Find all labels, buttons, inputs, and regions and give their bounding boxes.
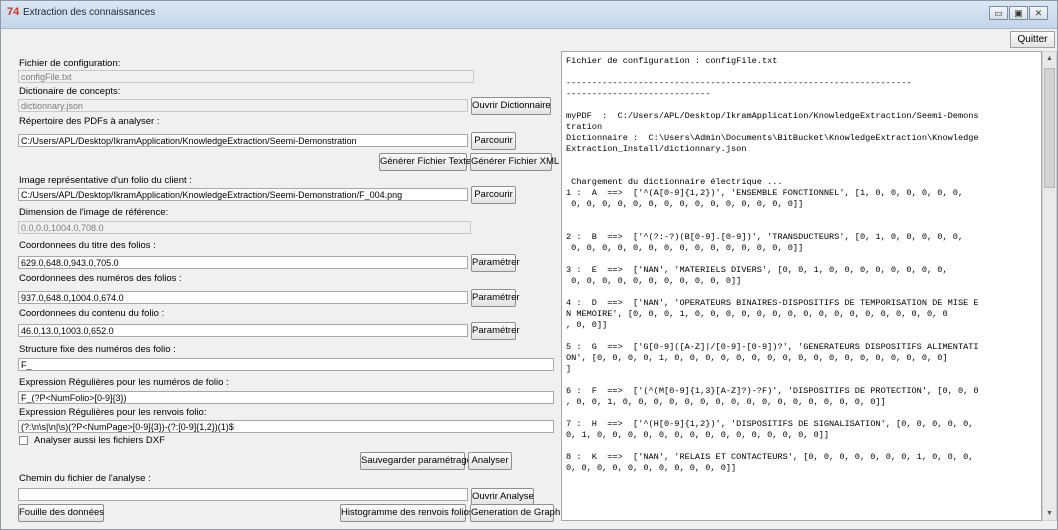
open-dictionary-button[interactable]: Ouvrir Dictionnaire [471, 97, 551, 115]
app-logo-icon: 74 [7, 6, 20, 18]
folio-image-browse-button[interactable]: Parcourir [471, 186, 516, 204]
graph-generation-button[interactable]: Generation de Graph [470, 504, 560, 522]
pdf-dir-field[interactable]: C:/Users/APL/Desktop/IkramApplication/Kn… [18, 134, 468, 147]
regex-folio-field[interactable]: F_(?P<NumFolio>[0-9]{3}) [18, 391, 554, 404]
quit-button[interactable]: Quitter [1010, 31, 1055, 48]
number-coords-param-button[interactable]: Paramétrer [471, 289, 520, 307]
app-window: 74 Extraction des connaissances ▭ ▣ ✕ Qu… [0, 0, 1058, 530]
number-coords-field[interactable]: 937.0,648.0,1004.0,674.0 [18, 291, 468, 304]
title-bar[interactable]: 74 Extraction des connaissances ▭ ▣ ✕ [1, 1, 1057, 29]
save-settings-button[interactable]: Sauvegarder paramétrage [360, 452, 472, 470]
fixed-structure-field[interactable]: F_ [18, 358, 554, 371]
folio-image-label: Image représentative d'un folio du clien… [19, 175, 192, 186]
title-coords-label: Coordonnees du titre des folios : [19, 240, 156, 251]
parameters-panel: Fichier de configuration: configFile.txt… [15, 51, 560, 522]
minimize-button[interactable]: ▭ [989, 6, 1008, 20]
generate-xml-button[interactable]: Générer Fichier XML [470, 153, 559, 171]
data-mining-button[interactable]: Fouille des données [18, 504, 104, 522]
fixed-structure-label: Structure fixe des numéros des folio : [19, 344, 176, 355]
number-coords-label: Coordonnees des numéros des folios : [19, 273, 182, 284]
dxf-checkbox[interactable] [19, 436, 28, 445]
ref-dim-label: Dimension de l'image de référence: [19, 207, 169, 218]
pdf-dir-label: Répertoire des PDFs à analyser : [19, 116, 160, 127]
generate-text-button[interactable]: Générer Fichier Texte [379, 153, 471, 171]
dxf-label: Analyser aussi les fichiers DXF [34, 435, 165, 446]
scroll-down-icon[interactable]: ▼ [1043, 507, 1056, 520]
content-coords-label: Coordonnees du contenu du folio : [19, 308, 165, 319]
content-coords-field[interactable]: 46.0,13.0,1003.0,652.0 [18, 324, 468, 337]
analyze-button[interactable]: Analyser [468, 452, 512, 470]
title-coords-param-button[interactable]: Paramétrer [471, 254, 520, 272]
title-coords-field[interactable]: 629.0,648.0,943.0,705.0 [18, 256, 468, 269]
scroll-up-icon[interactable]: ▲ [1043, 52, 1056, 65]
close-button[interactable]: ✕ [1029, 6, 1048, 20]
regex-refs-label: Expression Régulières pour les renvois f… [19, 407, 207, 418]
ref-dim-field[interactable]: 0.0,0.0,1004.0,708.0 [18, 221, 471, 234]
dictionary-label: Dictionaire de concepts: [19, 86, 121, 97]
window-title: Extraction des connaissances [23, 7, 156, 18]
config-label: Fichier de configuration: [19, 58, 121, 69]
histogram-button[interactable]: Histogramme des renvois folios [340, 504, 474, 522]
analysis-path-label: Chemin du fichier de l'analyse : [19, 473, 151, 484]
scroll-thumb[interactable] [1044, 68, 1055, 188]
console-scrollbar[interactable]: ▲ ▼ [1042, 51, 1057, 521]
maximize-button[interactable]: ▣ [1009, 6, 1028, 20]
regex-refs-field[interactable]: (?:\n\s|\n|\s)(?P<NumPage>[0-9]{3})-(?:[… [18, 420, 554, 433]
dictionary-field[interactable]: dictionnary.json [18, 99, 468, 112]
analysis-path-field[interactable] [18, 488, 468, 501]
folio-image-field[interactable]: C:/Users/APL/Desktop/IkramApplication/Kn… [18, 188, 468, 201]
output-console[interactable]: Fichier de configuration : configFile.tx… [561, 51, 1042, 521]
regex-folio-label: Expression Régulières pour les numéros d… [19, 377, 229, 388]
config-field[interactable]: configFile.txt [18, 70, 474, 83]
console-text: Fichier de configuration : configFile.tx… [566, 56, 979, 473]
content-coords-param-button[interactable]: Paramétrer [471, 322, 520, 340]
pdf-dir-browse-button[interactable]: Parcourir [471, 132, 516, 150]
